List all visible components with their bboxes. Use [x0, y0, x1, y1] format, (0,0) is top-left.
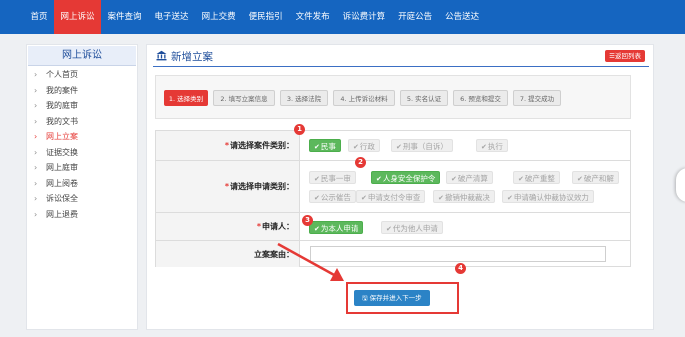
annotation-arrow-icon	[277, 242, 344, 281]
side-scroll-handle[interactable]	[676, 168, 685, 202]
